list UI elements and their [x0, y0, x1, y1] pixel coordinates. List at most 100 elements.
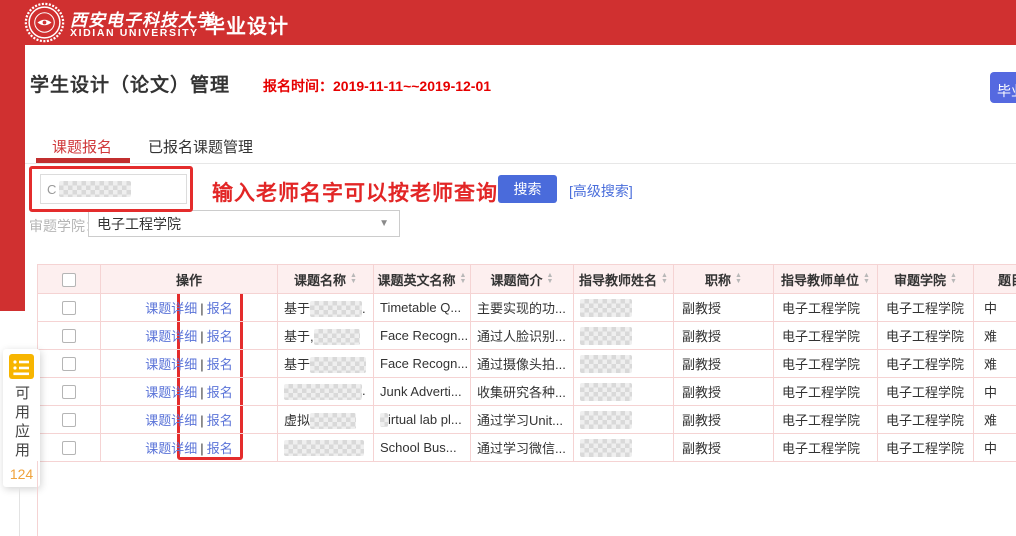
header-topic-name-label: 课题名称: [294, 270, 346, 289]
topic-detail-link[interactable]: 课题详细: [145, 301, 197, 316]
topic-detail-link[interactable]: 课题详细: [145, 385, 197, 400]
signup-link[interactable]: 报名: [207, 413, 233, 428]
row-checkbox[interactable]: [62, 413, 76, 427]
tabs-divider: [25, 163, 1016, 164]
sort-icon[interactable]: ▲▼: [460, 273, 467, 285]
sort-icon[interactable]: ▲▼: [863, 273, 870, 285]
college-select[interactable]: 电子工程学院 ▼: [88, 210, 400, 237]
tab-topic-signup[interactable]: 课题报名: [52, 136, 112, 157]
table-row: 课题详细|报名 . Junk Adverti... 收集研究各种... 副教授 …: [38, 378, 1016, 406]
graduation-corner-button[interactable]: 毕业: [990, 72, 1016, 103]
university-logo-icon: [24, 2, 65, 43]
topic-name: 基于: [284, 357, 310, 372]
table-header-row: 操作 课题名称▲▼ 课题英文名称▲▼ 课题简介▲▼ 指导教师姓名▲▼ 职称▲▼ …: [38, 265, 1016, 294]
select-all-checkbox[interactable]: [62, 273, 76, 287]
teacher-unit: 电子工程学院: [774, 378, 878, 406]
redacted-teacher-name: [580, 299, 632, 317]
teacher-rank: 副教授: [674, 294, 774, 322]
university-name-en: XIDIAN UNIVERSITY: [70, 27, 199, 39]
app-title: 毕业设计: [205, 10, 289, 39]
left-red-strip: [0, 45, 25, 311]
topic-detail-link[interactable]: 课题详细: [145, 413, 197, 428]
sort-icon[interactable]: ▲▼: [735, 273, 742, 285]
topic-brief: 通过学习微信...: [471, 434, 574, 462]
search-button[interactable]: 搜索: [498, 175, 557, 203]
sort-icon[interactable]: ▲▼: [350, 273, 357, 285]
table-row: 课题详细|报名 基于 Face Recogn... 通过摄像头拍... 副教授 …: [38, 350, 1016, 378]
signup-time-label: 报名时间：: [263, 78, 333, 94]
topic-difficulty: 难: [974, 322, 1016, 350]
header-operation: 操作: [101, 265, 278, 294]
topic-name: 基于,: [284, 329, 314, 344]
sort-icon[interactable]: ▲▼: [950, 273, 957, 285]
signup-link[interactable]: 报名: [207, 301, 233, 316]
app-header: 西安电子科技大学 XIDIAN UNIVERSITY 毕业设计: [0, 0, 1016, 45]
signup-time: 报名时间：2019-11-11~~2019-12-01: [263, 76, 491, 96]
topic-difficulty: 难: [974, 406, 1016, 434]
link-separator: |: [200, 301, 203, 316]
panel-edge-line: [19, 487, 20, 536]
teacher-rank: 副教授: [674, 322, 774, 350]
link-separator: |: [200, 357, 203, 372]
tab-signed-topics[interactable]: 已报名课题管理: [148, 136, 253, 157]
redacted-text: [314, 329, 360, 345]
redacted-text: [310, 357, 366, 373]
teacher-rank: 副教授: [674, 434, 774, 462]
advanced-search-link[interactable]: [高级搜索]: [569, 181, 633, 201]
app-list-icon: [9, 354, 34, 379]
link-separator: |: [200, 329, 203, 344]
topic-en-name: Face Recogn...: [374, 322, 471, 350]
link-separator: |: [200, 413, 203, 428]
redacted-teacher-name: [580, 411, 632, 429]
teacher-search-input[interactable]: C: [40, 174, 187, 204]
search-input-text: C: [47, 182, 56, 197]
table-row: 课题详细|报名 虚拟 irtual lab pl... 通过学习Unit... …: [38, 406, 1016, 434]
redacted-text: [284, 440, 364, 456]
signup-link[interactable]: 报名: [207, 441, 233, 456]
header-teacher-unit-label: 指导教师单位: [781, 270, 859, 289]
row-checkbox[interactable]: [62, 385, 76, 399]
row-checkbox[interactable]: [62, 301, 76, 315]
redacted-text: [284, 384, 362, 400]
teacher-unit: 电子工程学院: [774, 434, 878, 462]
annotation-text: 输入老师名字可以按老师查询: [212, 177, 498, 207]
header-rank-label: 职称: [705, 270, 731, 289]
topic-brief: 通过摄像头拍...: [471, 350, 574, 378]
redacted-text: [310, 413, 356, 429]
header-teacher-unit: 指导教师单位 ▲▼: [774, 265, 878, 294]
available-apps-count: 124: [10, 466, 33, 482]
teacher-unit: 电子工程学院: [774, 350, 878, 378]
header-teacher-name: 指导教师姓名▲▼: [574, 265, 674, 294]
redacted-teacher-name: [580, 355, 632, 373]
topic-en-name: School Bus...: [374, 434, 471, 462]
topics-table: 操作 课题名称▲▼ 课题英文名称▲▼ 课题简介▲▼ 指导教师姓名▲▼ 职称▲▼ …: [37, 264, 1016, 462]
topic-brief: 主要实现的功...: [471, 294, 574, 322]
topic-en-name: Face Recogn...: [374, 350, 471, 378]
sort-icon[interactable]: ▲▼: [661, 273, 668, 285]
sort-icon[interactable]: ▲▼: [547, 273, 554, 285]
table-left-border-line: [37, 461, 38, 536]
redacted-search-text: [59, 181, 131, 197]
signup-link[interactable]: 报名: [207, 357, 233, 372]
link-separator: |: [200, 385, 203, 400]
header-review-college: 审题学院▲▼: [878, 265, 974, 294]
available-apps-panel[interactable]: 可用应用 124: [3, 349, 40, 487]
topic-detail-link[interactable]: 课题详细: [145, 441, 197, 456]
signup-link[interactable]: 报名: [207, 385, 233, 400]
topic-difficulty: 中: [974, 294, 1016, 322]
topic-en-name: Junk Adverti...: [374, 378, 471, 406]
row-checkbox[interactable]: [62, 357, 76, 371]
college-select-value: 电子工程学院: [97, 214, 181, 234]
row-checkbox[interactable]: [62, 329, 76, 343]
row-checkbox[interactable]: [62, 441, 76, 455]
topic-name: 基于: [284, 301, 310, 316]
topic-detail-link[interactable]: 课题详细: [145, 329, 197, 344]
topic-detail-link[interactable]: 课题详细: [145, 357, 197, 372]
topic-name-suffix: .: [362, 301, 366, 316]
header-topic-en-name-label: 课题英文名称: [378, 270, 456, 289]
signup-time-value: 2019-11-11~~2019-12-01: [333, 78, 491, 94]
signup-link[interactable]: 报名: [207, 329, 233, 344]
review-college: 电子工程学院: [878, 406, 974, 434]
teacher-rank: 副教授: [674, 406, 774, 434]
table-row: 课题详细|报名 基于, Face Recogn... 通过人脸识别... 副教授…: [38, 322, 1016, 350]
